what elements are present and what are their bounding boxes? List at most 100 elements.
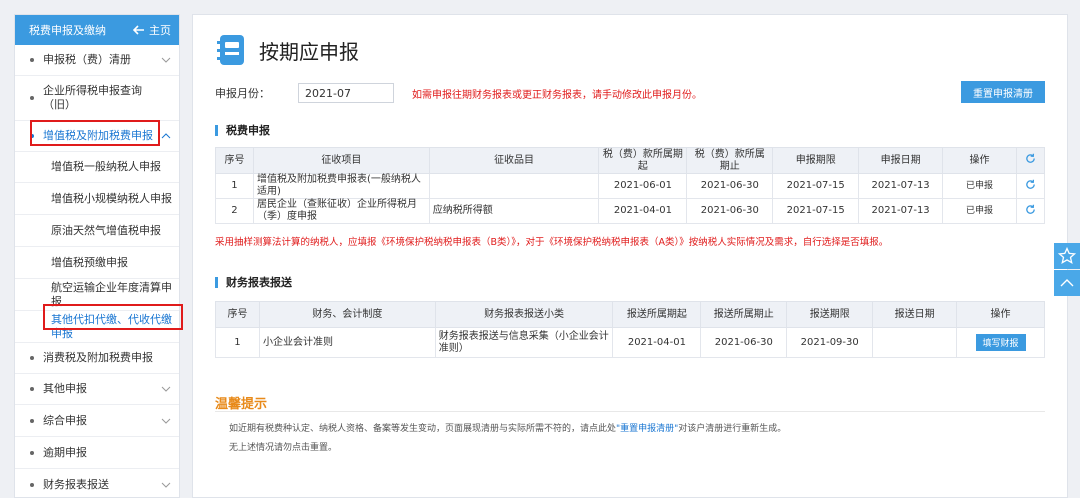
sidebar-item-label: 其他申报 [43,382,87,395]
refresh-icon [1026,179,1035,189]
page-title: 按期应申报 [259,39,359,64]
cell-end: 2021-06-30 [686,198,774,224]
cell-date: 2021-07-13 [858,198,944,224]
cell-status: 已申报 [942,173,1017,199]
reset-list-button[interactable]: 重置申报清册 [961,81,1045,103]
cell-start: 2021-06-01 [598,173,688,199]
sidebar-item-other[interactable]: 其他申报 [15,374,179,405]
tips-text: 对该户清册进行重新生成。 [678,424,787,434]
environment-tax-notice: 采用抽样测算法计算的纳税人，应填报《环境保护税纳税申报表（B类）》，对于《环境保… [215,237,889,248]
chevron-up-icon [1060,279,1074,287]
reset-list-link[interactable]: "重置申报清册" [616,424,678,434]
cell-end: 2021-06-30 [700,327,788,358]
sidebar-item-comprehensive[interactable]: 综合申报 [15,405,179,437]
sidebar-subitem-oil-gas[interactable]: 原油天然气增值税申报 [15,215,179,247]
page-header: 按期应申报 [215,33,359,67]
highlight-box [43,304,183,330]
sidebar-subitem-vat-prepay[interactable]: 增值税预缴申报 [15,247,179,279]
cell-no: 1 [215,173,254,199]
col-header: 序号 [215,301,260,328]
col-header: 征收项目 [252,147,430,174]
cell-category [428,173,600,199]
sidebar: 税费申报及缴纳 主页 申报税（费）清册 企业所得税申报查询（旧） 增值税及附加税… [14,14,180,498]
col-header: 序号 [215,147,254,174]
col-header: 报送所属期止 [700,301,788,328]
col-header: 报送所属期起 [612,301,702,328]
home-link[interactable]: 主页 [133,22,171,38]
divider [215,411,1045,412]
month-tip: 如需申报往期财务报表或更正财务报表，请手动修改此申报月份。 [412,89,702,101]
sidebar-item-cit-query[interactable]: 企业所得税申报查询（旧） [15,76,179,121]
chevron-down-icon [161,57,171,63]
table-row: 1 小企业会计准则 财务报表报送与信息采集（小企业会计准则） 2021-04-0… [215,327,1045,358]
cell-end: 2021-06-30 [686,173,774,199]
sidebar-item-overdue[interactable]: 逾期申报 [15,437,179,469]
sidebar-item-label: 企业所得税申报查询（旧） [43,84,142,111]
back-to-top-button[interactable] [1054,270,1080,296]
refresh-all-button[interactable] [1015,147,1046,174]
cell-start: 2021-04-01 [612,327,702,358]
sidebar-header: 税费申报及缴纳 主页 [15,15,179,45]
sidebar-subitem-vat-small[interactable]: 增值税小规模纳税人申报 [15,183,179,215]
table-header-row: 序号 征收项目 征收品目 税（费）款所属期起 税（费）款所属期止 申报期限 申报… [215,147,1046,174]
row-refresh-button[interactable] [1015,173,1046,199]
sidebar-item-label: 综合申报 [43,413,87,427]
cell-system: 小企业会计准则 [258,327,436,358]
tips-line-1: 如近期有税费种认定、纳税人资格、备案等发生变动，页面展现清册与实际所需不符的，请… [229,421,786,434]
highlight-box [30,120,160,146]
fill-report-button[interactable]: 填写财报 [975,334,1026,351]
chevron-up-icon [161,133,171,139]
tax-section-title: 税费申报 [215,125,270,136]
sidebar-item-financial-report[interactable]: 财务报表报送 [15,469,179,497]
cell-no: 2 [215,198,254,224]
cell-start: 2021-04-01 [598,198,688,224]
row-refresh-button[interactable] [1015,198,1046,224]
finance-section-title: 财务报表报送 [215,277,292,288]
col-header: 操作 [956,301,1045,328]
col-header: 财务报表报送小类 [434,301,614,328]
col-header: 操作 [942,147,1017,174]
cell-deadline: 2021-09-30 [786,327,874,358]
chevron-down-icon [161,386,171,392]
favorite-button[interactable] [1054,243,1080,269]
sidebar-subitem-label: 原油天然气增值税申报 [51,223,161,237]
bullet-icon [30,356,34,360]
tips-line-2: 无上述情况请勿点击重置。 [229,443,338,453]
cell-date: 2021-07-13 [858,173,944,199]
bullet-icon [30,58,34,62]
cell-no: 1 [215,327,260,358]
cell-category: 应纳税所得额 [428,198,600,224]
sidebar-item-label: 消费税及附加税费申报 [43,351,153,364]
sidebar-item-declaration-list[interactable]: 申报税（费）清册 [15,45,179,76]
refresh-icon [1026,204,1035,214]
cell-date [872,327,958,358]
bullet-icon [30,387,34,391]
col-header: 财务、会计制度 [258,301,436,328]
chevron-down-icon [161,418,171,424]
col-header: 税（费）款所属期止 [686,147,774,174]
bullet-icon [30,96,34,100]
cell-op: 填写财报 [956,327,1045,358]
sidebar-subitem-label: 增值税一般纳税人申报 [51,160,161,173]
col-header: 税（费）款所属期起 [598,147,688,174]
main-panel: 按期应申报 申报月份： 如需申报往期财务报表或更正财务报表，请手动修改此申报月份… [192,14,1068,498]
star-icon [1058,247,1076,265]
month-row: 申报月份： 如需申报往期财务报表或更正财务报表，请手动修改此申报月份。 [215,83,702,103]
col-header: 报送日期 [872,301,958,328]
sidebar-title: 税费申报及缴纳 [29,24,106,37]
tips-text: 如近期有税费种认定、纳税人资格、备案等发生变动，页面展现清册与实际所需不符的，请… [229,424,617,434]
sidebar-item-label: 财务报表报送 [43,477,109,491]
month-input[interactable] [298,83,394,103]
cell-item: 居民企业（查账征收）企业所得税月（季）度申报 [252,198,430,224]
cell-status: 已申报 [942,198,1017,224]
tax-table: 序号 征收项目 征收品目 税（费）款所属期起 税（费）款所属期止 申报期限 申报… [215,147,1046,224]
bullet-icon [30,482,34,487]
col-header: 申报日期 [858,147,944,174]
sidebar-item-consumption-tax[interactable]: 消费税及附加税费申报 [15,343,179,374]
cell-item: 增值税及附加税费申报表(一般纳税人适用) [252,173,430,199]
bullet-icon [30,418,34,423]
col-header: 征收品目 [428,147,600,174]
sidebar-subitem-vat-general[interactable]: 增值税一般纳税人申报 [15,152,179,183]
refresh-icon [1026,153,1035,163]
declaration-icon [217,35,244,65]
